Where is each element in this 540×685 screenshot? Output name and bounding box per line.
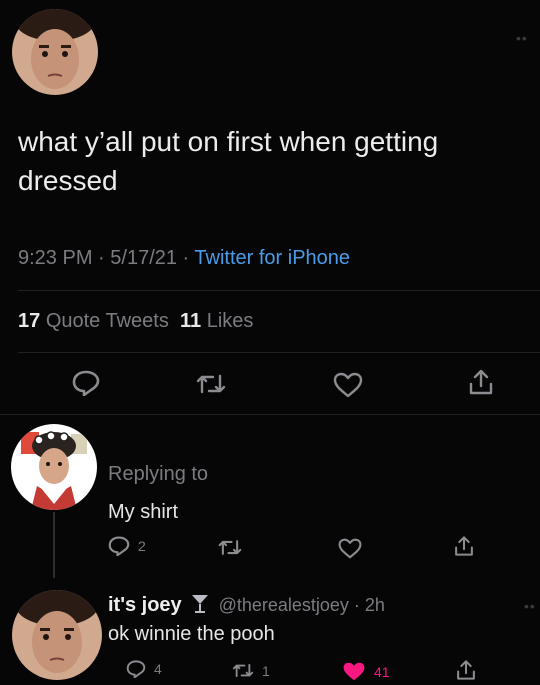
tweet-client-link[interactable]: Twitter for iPhone <box>194 247 350 269</box>
like-button[interactable] <box>338 538 362 559</box>
tweet-date: 5/17/21 <box>110 247 177 269</box>
retweet-count: 1 <box>262 662 270 679</box>
more-options-icon[interactable]: •• <box>524 598 536 614</box>
tweet-time: 9:23 PM <box>18 247 93 269</box>
reply-icon <box>72 370 100 396</box>
reply-count: 2 <box>138 538 146 554</box>
likes-label: Likes <box>206 310 254 332</box>
share-icon <box>469 369 493 395</box>
quote-tweets-count: 17 <box>18 310 41 332</box>
tweet-text: what y’all put on first when getting dre… <box>18 126 439 196</box>
tweet-age: 2h <box>364 595 385 615</box>
divider <box>18 290 540 291</box>
tweet-metadata: 9:23 PM · 5/17/21 · Twitter for iPhone <box>18 247 351 269</box>
likes-stat[interactable]: 11 Likes <box>180 310 253 332</box>
reply-button[interactable] <box>72 370 100 396</box>
likes-count: 11 <box>179 310 202 332</box>
retweet-button[interactable] <box>218 538 242 557</box>
share-button[interactable] <box>453 535 475 557</box>
reply-author-avatar[interactable] <box>11 424 97 510</box>
like-button[interactable]: 41 <box>342 661 390 682</box>
tweet-stats: 17 Quote Tweets 11 Likes <box>18 310 253 333</box>
retweet-icon <box>232 663 254 678</box>
divider <box>0 414 540 415</box>
divider <box>18 352 540 353</box>
reply-text: My shirt <box>108 501 178 523</box>
quote-tweets-stat[interactable]: 17 Quote Tweets <box>18 310 169 332</box>
reply-button[interactable]: 4 <box>126 660 162 678</box>
like-count: 41 <box>374 663 390 680</box>
reply-author-avatar[interactable] <box>12 590 102 680</box>
retweet-icon <box>218 540 242 555</box>
author-avatar[interactable] <box>12 9 98 95</box>
retweet-button[interactable]: 1 <box>232 662 270 679</box>
share-icon <box>457 660 475 680</box>
quote-tweets-label: Quote Tweets <box>45 310 169 332</box>
like-button[interactable] <box>333 372 363 398</box>
reply-icon <box>126 660 146 678</box>
cocktail-emoji-icon <box>190 592 210 619</box>
more-options-icon[interactable]: •• <box>516 30 528 46</box>
heart-filled-icon <box>343 662 365 681</box>
heart-icon <box>333 372 363 398</box>
reply-icon <box>108 536 130 556</box>
share-icon <box>455 536 473 556</box>
reply-count: 4 <box>154 661 162 677</box>
share-button[interactable] <box>467 368 495 396</box>
retweet-button[interactable] <box>196 372 226 396</box>
retweet-icon <box>196 374 226 394</box>
reply-header: it's joey @therealestjoey · 2h <box>108 592 385 619</box>
user-handle[interactable]: @therealestjoey <box>219 595 349 615</box>
replying-to-label: Replying to <box>108 463 209 485</box>
reply-text: ok winnie the pooh <box>108 623 275 645</box>
display-name[interactable]: it's joey <box>108 594 182 616</box>
thread-connector <box>53 512 55 578</box>
share-button[interactable] <box>455 659 477 681</box>
heart-icon <box>338 538 362 559</box>
reply-button[interactable]: 2 <box>108 536 146 556</box>
